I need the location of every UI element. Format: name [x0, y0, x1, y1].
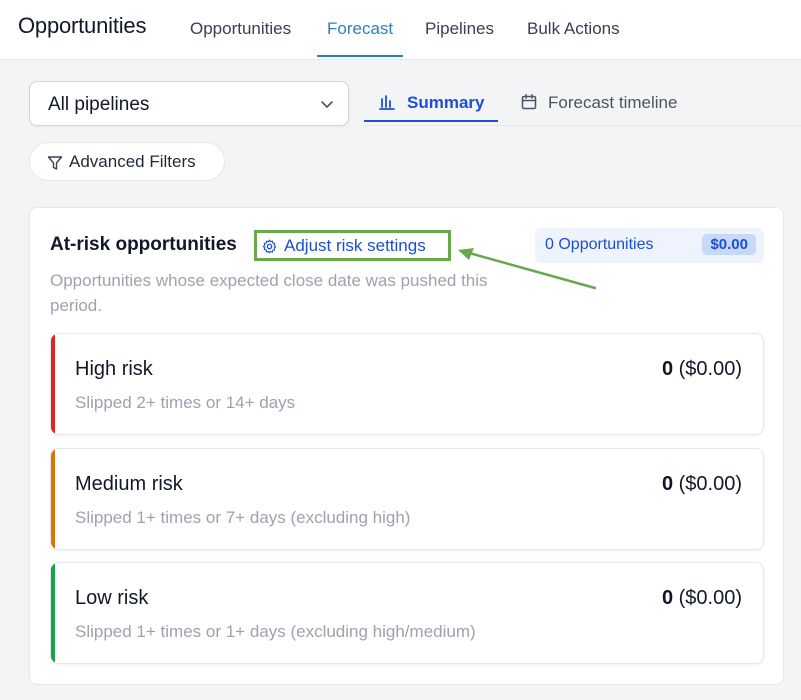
gear-icon	[262, 239, 277, 254]
tab-summary[interactable]: Summary	[378, 83, 498, 123]
risk-name: Medium risk	[75, 473, 183, 495]
page-title: Opportunities	[18, 13, 147, 38]
risk-count: 0	[661, 587, 674, 609]
opportunities-count: 0 Opportunities	[545, 236, 654, 253]
at-risk-subtitle: Opportunities whose expected close date …	[50, 271, 488, 315]
active-tab-indicator	[364, 120, 498, 122]
tabs-divider	[364, 125, 801, 126]
risk-amount: ($0.00)	[678, 587, 742, 609]
risk-count: 0	[661, 358, 674, 380]
risk-stat: 0 ($0.00)	[662, 473, 742, 496]
risk-amount: ($0.00)	[678, 358, 742, 380]
filter-icon	[47, 156, 63, 170]
risk-accent-bar	[51, 563, 55, 663]
risk-count: 0	[661, 473, 674, 495]
top-nav: Opportunities Opportunities Forecast Pip…	[0, 0, 801, 60]
at-risk-card: At-risk opportunities Adjust risk settin…	[29, 207, 784, 685]
risk-row-medium[interactable]: Medium risk Slipped 1+ times or 7+ days …	[50, 448, 764, 550]
tab-pipelines[interactable]: Pipelines	[425, 19, 494, 60]
risk-amount: ($0.00)	[678, 473, 742, 495]
tab-forecast-timeline[interactable]: Forecast timeline	[520, 83, 695, 123]
at-risk-title: At-risk opportunities	[50, 234, 237, 255]
adjust-risk-settings-label: Adjust risk settings	[284, 236, 426, 255]
risk-description: Slipped 1+ times or 1+ days (excluding h…	[75, 622, 476, 641]
tab-bulk-actions[interactable]: Bulk Actions	[527, 19, 620, 60]
tab-summary-label: Summary	[407, 93, 485, 112]
tab-opportunities[interactable]: Opportunities	[190, 19, 291, 60]
risk-name: High risk	[75, 358, 153, 380]
risk-description: Slipped 2+ times or 14+ days	[75, 393, 296, 412]
risk-accent-bar	[51, 334, 55, 434]
risk-accent-bar	[51, 449, 55, 549]
risk-stat: 0 ($0.00)	[662, 587, 742, 610]
pipeline-select[interactable]: All pipelines	[29, 81, 349, 126]
risk-stat: 0 ($0.00)	[662, 358, 742, 381]
risk-description: Slipped 1+ times or 7+ days (excluding h…	[75, 508, 411, 527]
calendar-icon	[521, 94, 537, 110]
tab-forecast[interactable]: Forecast	[316, 19, 404, 60]
risk-name: Low risk	[75, 587, 149, 609]
bar-chart-icon	[379, 95, 395, 110]
risk-row-low[interactable]: Low risk Slipped 1+ times or 1+ days (ex…	[50, 562, 764, 664]
advanced-filters-label: Advanced Filters	[69, 152, 196, 171]
chevron-down-icon	[321, 101, 333, 108]
total-amount-badge: $0.00	[702, 234, 756, 255]
at-risk-summary: 0 Opportunities $0.00	[535, 228, 764, 263]
adjust-risk-settings-link[interactable]: Adjust risk settings	[254, 230, 451, 261]
advanced-filters-button[interactable]: Advanced Filters	[29, 142, 225, 181]
pipeline-select-value: All pipelines	[48, 94, 150, 115]
tab-forecast-timeline-label: Forecast timeline	[548, 93, 678, 112]
risk-row-high[interactable]: High risk Slipped 2+ times or 14+ days 0…	[50, 333, 764, 435]
